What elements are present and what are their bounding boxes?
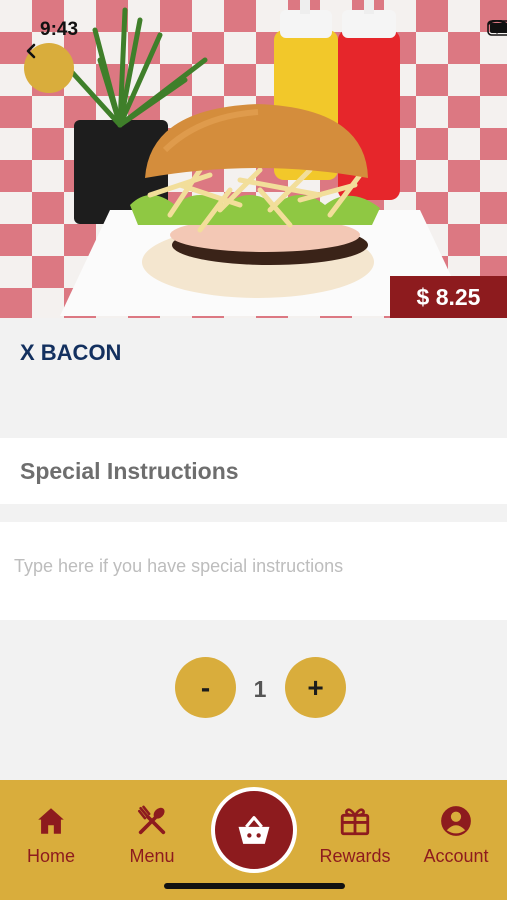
basket-icon [238,816,270,844]
battery-icon [487,20,507,36]
decrease-quantity-button[interactable]: - [175,657,236,718]
status-bar: 9:43 [0,0,507,46]
quantity-value: 1 [253,676,267,702]
nav-rewards[interactable]: Rewards [307,804,403,867]
special-instructions-section [0,522,507,620]
status-time: 9:43 [40,19,79,40]
home-icon [38,808,64,834]
product-image: 9:43 $ 8.25 [0,0,507,318]
nav-home-label: Home [26,846,75,866]
increase-quantity-button[interactable]: + [285,657,346,718]
nav-menu-label: Menu [129,846,175,866]
fork-knife-icon [137,805,166,835]
product-title: X BACON [20,340,122,365]
nav-account-label: Account [423,846,489,866]
cart-button[interactable] [211,787,297,873]
chevron-left-icon [26,43,36,59]
special-instructions-header: Special Instructions [0,438,507,504]
price-tag: $ 8.25 [390,276,507,318]
nav-rewards-label: Rewards [319,846,391,866]
nav-account[interactable]: Account [408,804,504,867]
home-indicator [164,883,345,889]
nav-menu[interactable]: Menu [104,804,200,867]
special-instructions-title: Special Instructions [20,458,239,484]
special-instructions-input[interactable] [12,554,496,598]
nav-home[interactable]: Home [3,804,99,867]
account-icon [441,806,471,836]
back-button[interactable] [24,43,74,93]
gift-icon [340,808,370,836]
burger-illustration [60,0,470,316]
